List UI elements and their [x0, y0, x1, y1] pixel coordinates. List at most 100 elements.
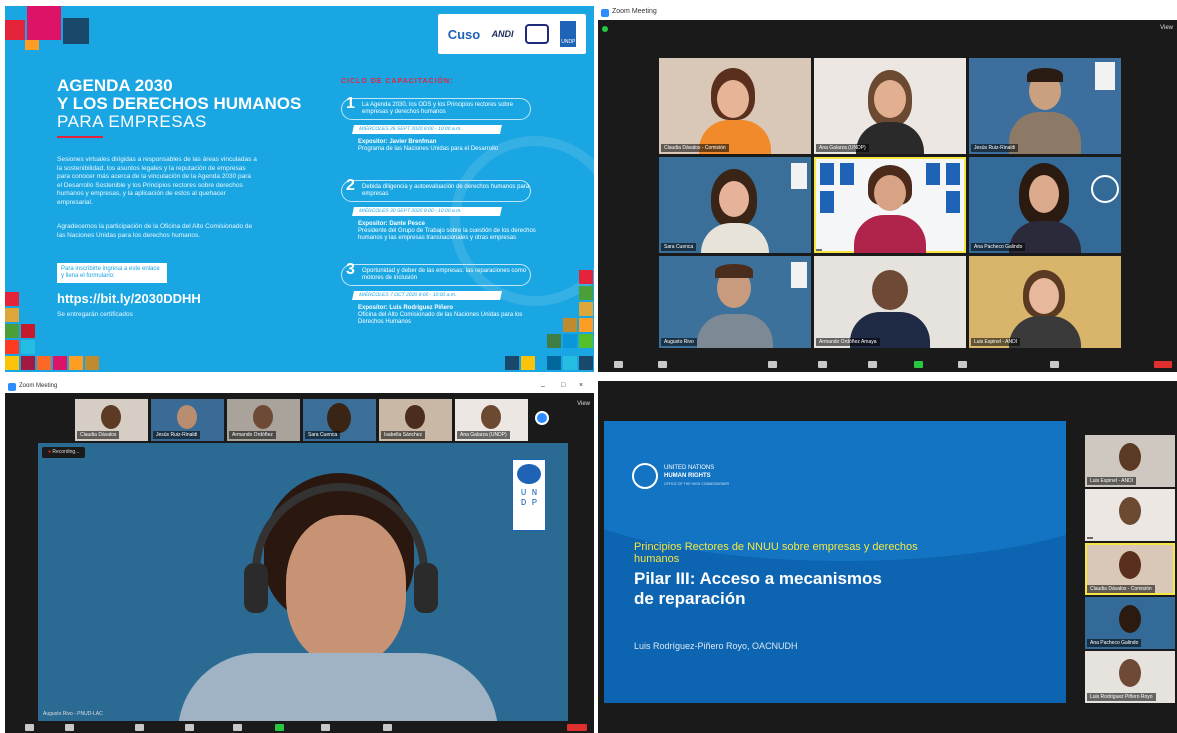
- participant-tile[interactable]: Ana Galarza (UNDP): [814, 58, 966, 154]
- window-titlebar: Zoom Meeting – □ ×: [5, 381, 594, 393]
- security-shield-icon[interactable]: [602, 26, 608, 32]
- participant-name: Jesús Ruiz-Rinaldi: [971, 144, 1019, 152]
- org-line3: OFFICE OF THE HIGH COMMISSIONER: [664, 482, 730, 486]
- meeting-toolbar: [598, 356, 1177, 372]
- meeting-toolbar: [5, 721, 594, 733]
- window-title: Zoom Meeting: [612, 8, 657, 15]
- participant-tile[interactable]: Luis Espinel - ANDI: [969, 256, 1121, 348]
- participant-name: Augusto Rivo: [661, 338, 697, 346]
- title-underline: [57, 136, 103, 138]
- leave-button[interactable]: [1154, 361, 1172, 368]
- next-page-arrow-icon[interactable]: [535, 411, 549, 425]
- record-icon[interactable]: [958, 361, 967, 368]
- reactions-icon[interactable]: [383, 724, 392, 731]
- poster-title-line3: PARA EMPRESAS: [57, 112, 207, 131]
- share-screen-icon[interactable]: [914, 361, 923, 368]
- participant-thumbnail[interactable]: Luis Espinel - ANDI: [1085, 435, 1175, 487]
- participant-name: Sara Cuenca: [661, 243, 697, 251]
- participant-tile[interactable]: Claudia Dávalos - Comisión: [659, 58, 811, 154]
- poster-thanks: Agradecemos la participación de la Ofici…: [57, 223, 253, 239]
- speaker-name-label: Augusto Rivo - PNUD-LAC: [43, 711, 103, 717]
- slide-title-line2: de reparación: [634, 589, 746, 608]
- participant-name: Ana Galarza (UNDP): [816, 144, 869, 152]
- chat-icon[interactable]: [233, 724, 242, 731]
- step-1-date: MIÉRCOLES 26 SEPT 2020 9:00 - 10:00 a.m.: [352, 125, 502, 134]
- participant-name: Armando Ordóñez: [229, 431, 276, 439]
- participant-tile[interactable]: Jesús Ruiz-Rinaldi: [969, 58, 1121, 154]
- slide-subtitle: Principios Rectores de NNUU sobre empres…: [634, 541, 918, 565]
- window-title: Zoom Meeting: [19, 383, 58, 389]
- view-button[interactable]: View: [577, 401, 590, 407]
- participant-tile[interactable]: Armando Ordóñez Amaya: [814, 256, 966, 348]
- step-3-date: MIÉRCOLES 7 OCT 2020 9:00 - 10:00 a.m.: [352, 291, 502, 300]
- certificate-note: Se entregarán certificados: [57, 311, 133, 318]
- security-icon[interactable]: [135, 724, 144, 731]
- participant-thumbnail[interactable]: Ana Pacheco Galindo: [1085, 597, 1175, 649]
- participant-thumbnail[interactable]: Sara Cuenca: [303, 399, 376, 441]
- poster-intro: Sesiones virtuales dirigidas a responsab…: [57, 156, 257, 206]
- participant-name: Luis Rodríguez Piñero Royo: [1087, 693, 1156, 701]
- video-icon[interactable]: [658, 361, 667, 368]
- slide-title-line1: Pilar III: Acceso a mecanismos: [634, 569, 882, 588]
- undp-logo: UNDP: [560, 21, 577, 47]
- view-button[interactable]: View: [1160, 25, 1173, 31]
- participant-thumbnail[interactable]: [1085, 489, 1175, 541]
- participant-tile[interactable]: Sara Cuenca: [659, 157, 811, 253]
- undp-logo: U ND P: [512, 459, 546, 531]
- participants-icon[interactable]: [185, 724, 194, 731]
- window-titlebar: Zoom Meeting: [598, 6, 1177, 20]
- chat-icon[interactable]: [868, 361, 877, 368]
- partner-seal-icon: [524, 24, 549, 44]
- participant-thumbnail[interactable]: Claudia Dávalos: [75, 399, 148, 441]
- step-1-speaker: Expositor: Javier Brenfman Programa de la…: [358, 139, 499, 152]
- participant-name: Armando Ordóñez Amaya: [816, 338, 880, 346]
- reactions-icon[interactable]: [1050, 361, 1059, 368]
- participant-tile[interactable]: Augusto Rivo: [659, 256, 811, 348]
- andi-logo: ANDI: [491, 29, 514, 39]
- record-icon[interactable]: [321, 724, 330, 731]
- participant-name: Sara Cuenca: [305, 431, 341, 439]
- mute-icon[interactable]: [614, 361, 623, 368]
- participant-thumbnail-active-speaker[interactable]: Claudia Dávalos - Comisión: [1085, 543, 1175, 595]
- training-step-3: 3 Oportunidad y deber de las empresas: la…: [341, 262, 531, 286]
- zoom-gallery-window: Zoom Meeting View Claudia Dávalos - Comi…: [598, 6, 1177, 372]
- participants-icon[interactable]: [818, 361, 827, 368]
- participant-thumbnail[interactable]: Armando Ordóñez: [227, 399, 300, 441]
- participant-name: Claudia Dávalos - Comisión: [1087, 585, 1155, 593]
- participant-thumbnail[interactable]: Jesús Ruiz-Rinaldi: [151, 399, 224, 441]
- org-line1: UNITED NATIONS: [664, 465, 715, 471]
- decor-squares: [5, 6, 101, 50]
- participant-tile-active-speaker[interactable]: [814, 157, 966, 253]
- poster-title-line1: AGENDA 2030: [57, 76, 173, 95]
- registration-link[interactable]: https://bit.ly/2030DDHH: [57, 291, 201, 306]
- active-speaker-video[interactable]: U ND P ● Recording...: [38, 443, 568, 723]
- poster-title-line2: Y LOS DERECHOS HUMANOS: [57, 94, 302, 113]
- window-titlebar: [598, 381, 1177, 421]
- security-icon[interactable]: [768, 361, 777, 368]
- zoom-screenshare-window: UNITED NATIONS HUMAN RIGHTS OFFICE OF TH…: [598, 381, 1177, 733]
- participant-thumbnail[interactable]: Ana Galarza (UNDP): [455, 399, 528, 441]
- share-screen-icon[interactable]: [275, 724, 284, 731]
- minimize-button[interactable]: –: [541, 383, 545, 390]
- participant-name: Ana Pacheco Galindo: [971, 243, 1026, 251]
- leave-button[interactable]: [567, 724, 587, 731]
- participant-thumbnail[interactable]: Isabella Sánchez: [379, 399, 452, 441]
- training-step-2: 2 Debida diligencia y autoevaluación de d…: [341, 178, 531, 202]
- participant-tile[interactable]: Ana Pacheco Galindo: [969, 157, 1121, 253]
- participant-name: [1087, 537, 1093, 539]
- participant-thumbnail[interactable]: Luis Rodríguez Piñero Royo: [1085, 651, 1175, 703]
- shared-slide: UNITED NATIONS HUMAN RIGHTS OFFICE OF TH…: [604, 421, 1066, 703]
- cycle-title: CICLO DE CAPACITACIÓN:: [341, 78, 454, 85]
- step-2-date: MIÉRCOLES 30 SEPT 2020 9:00 - 10:00 a.m.: [352, 207, 502, 216]
- slide-wave: [604, 421, 1066, 561]
- slide-author: Luis Rodríguez-Piñero Royo, OACNUDH: [634, 641, 798, 651]
- participant-name: Ana Galarza (UNDP): [457, 431, 510, 439]
- participant-name: Ana Pacheco Galindo: [1087, 639, 1142, 647]
- video-icon[interactable]: [65, 724, 74, 731]
- close-button[interactable]: ×: [579, 382, 583, 389]
- training-step-1: 1 La Agenda 2030, los ODS y los Principio…: [341, 96, 531, 120]
- register-box: Para inscribirte ingresa a este enlace y…: [57, 263, 167, 283]
- maximize-button[interactable]: □: [561, 382, 565, 389]
- participant-name: Jesús Ruiz-Rinaldi: [153, 431, 201, 439]
- mute-icon[interactable]: [25, 724, 34, 731]
